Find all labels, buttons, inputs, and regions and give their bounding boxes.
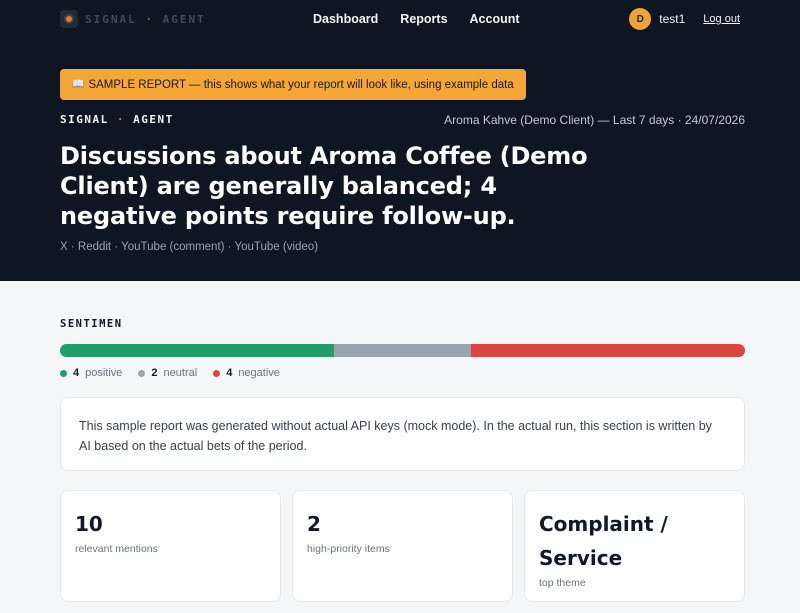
username: test1 — [659, 12, 686, 26]
sentiment-section-title: SENTIMEN — [60, 318, 123, 330]
neutral-dot-icon — [138, 369, 146, 377]
brand-name: SIGNAL · AGENT — [85, 13, 206, 26]
signal-icon — [60, 10, 78, 28]
stat-card-top-theme: Complaint / Service top theme — [524, 490, 745, 602]
user-menu: D test1 Log out — [629, 0, 740, 38]
report-sources: X · Reddit · YouTube (comment) · YouTube… — [60, 241, 319, 253]
book-icon: 📖 — [72, 79, 85, 90]
report-eyebrow: SIGNAL · AGENT — [60, 113, 174, 126]
negative-label: negative — [238, 367, 280, 379]
sample-report-banner: 📖 SAMPLE REPORT — this shows what your r… — [60, 69, 526, 100]
legend-negative: 4 negative — [213, 367, 280, 379]
sentiment-bar — [60, 344, 745, 357]
sentiment-bar-negative — [471, 344, 745, 357]
stat-value: 2 — [307, 512, 321, 536]
sentiment-bar-neutral — [334, 344, 471, 357]
nav-link-dashboard[interactable]: Dashboard — [313, 12, 378, 26]
positive-label: positive — [85, 367, 123, 379]
neutral-label: neutral — [163, 367, 198, 379]
eyebrow-word-2: AGENT — [133, 113, 174, 126]
eyebrow-separator: · — [116, 113, 125, 126]
nav-links: Dashboard Reports Account — [313, 0, 520, 38]
report-header: SIGNAL · AGENT Dashboard Reports Account… — [0, 0, 800, 281]
sample-report-text: SAMPLE REPORT — this shows what your rep… — [88, 78, 514, 91]
negative-dot-icon — [213, 369, 221, 377]
brand-word-1: SIGNAL — [85, 12, 137, 26]
legend-neutral: 2 neutral — [138, 367, 197, 379]
brand-word-2: AGENT — [162, 12, 206, 26]
report-headline: Discussions about Aroma Coffee (Demo Cli… — [60, 142, 588, 230]
eyebrow-word-1: SIGNAL — [60, 113, 109, 126]
positive-count: 4 — [73, 367, 80, 379]
avatar[interactable]: D — [629, 8, 652, 30]
sentiment-bar-positive — [60, 344, 334, 357]
top-nav: SIGNAL · AGENT Dashboard Reports Account… — [0, 0, 800, 38]
stat-value: Complaint / Service — [539, 512, 668, 570]
nav-link-account[interactable]: Account — [470, 12, 520, 26]
logout-link[interactable]: Log out — [703, 13, 740, 25]
brand-separator: · — [145, 12, 154, 26]
brand-logo[interactable]: SIGNAL · AGENT — [60, 10, 206, 28]
sentiment-legend: 4 positive 2 neutral 4 negative — [60, 367, 280, 379]
legend-positive: 4 positive — [60, 367, 122, 379]
stat-label: high-priority items — [307, 543, 390, 555]
stat-card-mentions: 10 relevant mentions — [60, 490, 281, 602]
stat-card-priority: 2 high-priority items — [292, 490, 513, 602]
stat-value: 10 — [75, 512, 103, 536]
stat-label: relevant mentions — [75, 543, 158, 555]
neutral-count: 2 — [151, 367, 158, 379]
positive-dot-icon — [60, 369, 67, 377]
negative-count: 4 — [226, 367, 233, 379]
summary-card: This sample report was generated without… — [60, 397, 745, 471]
report-meta: Aroma Kahve (Demo Client) — Last 7 days … — [444, 113, 745, 127]
stat-label: top theme — [539, 577, 586, 589]
nav-link-reports[interactable]: Reports — [400, 12, 447, 26]
